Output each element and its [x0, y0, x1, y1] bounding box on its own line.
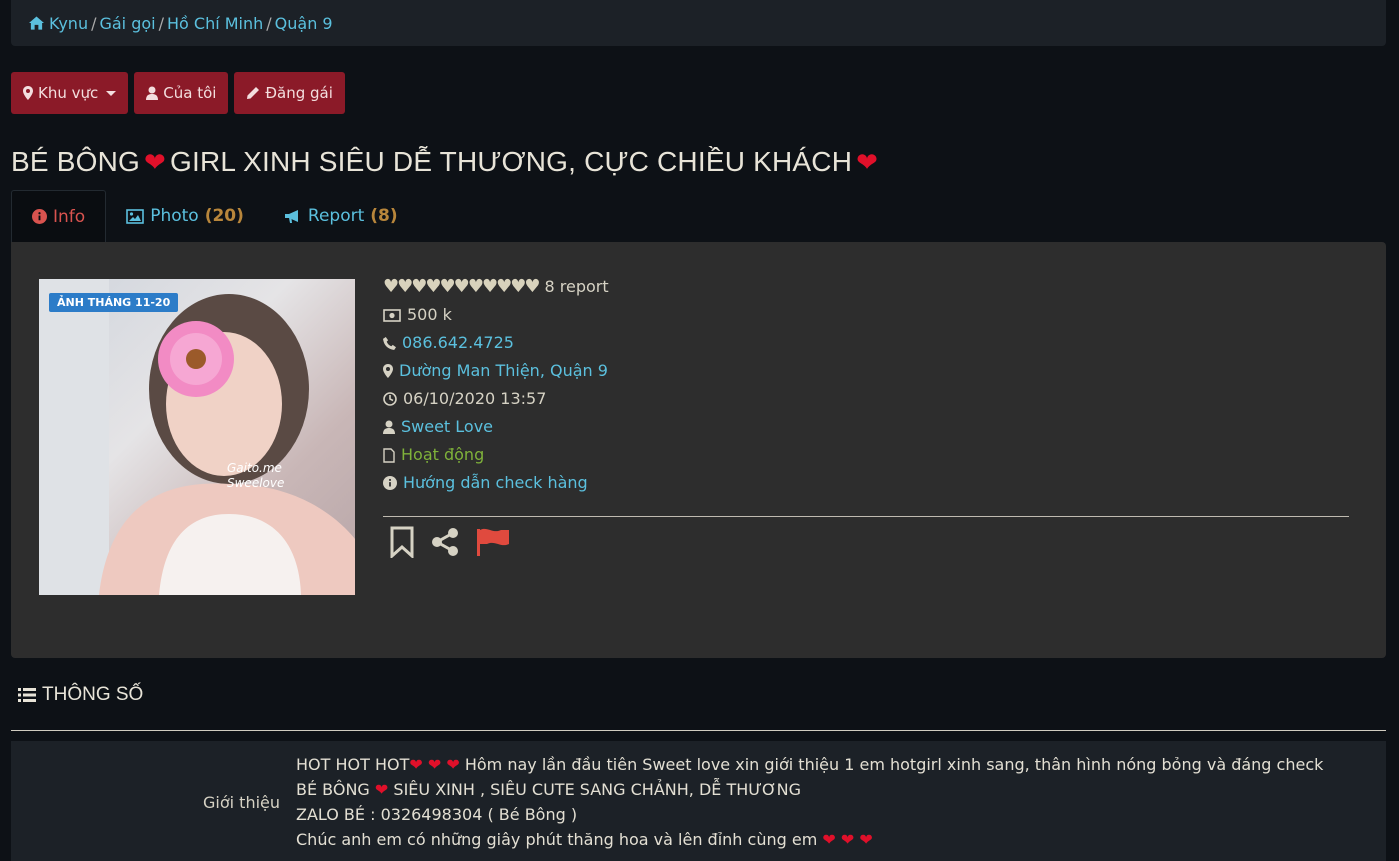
phone-link[interactable]: 086.642.4725: [402, 329, 514, 357]
photo-placeholder: [39, 279, 355, 595]
share-icon[interactable]: [429, 526, 461, 558]
tab-report-label: Report: [307, 206, 365, 226]
tab-info-label: Info: [53, 206, 86, 227]
details-divider: [383, 516, 1349, 517]
heart-icon: ❤: [144, 146, 166, 177]
intro-line-1-text: Hôm nay lần đầu tiên Sweet love xin giới…: [464, 755, 1324, 774]
author-row: Sweet Love: [383, 413, 609, 441]
address-link[interactable]: Dường Man Thiện, Quận 9: [399, 357, 608, 385]
user-icon: [146, 86, 159, 100]
tab-report[interactable]: Report (8): [264, 190, 418, 242]
money-icon: [383, 308, 401, 322]
file-icon: [383, 447, 395, 463]
intro-row: Giới thiệu HOT HOT HOT❤ ❤ ❤ Hôm nay lần …: [11, 741, 1386, 861]
status-row: Hoạt động: [383, 441, 609, 469]
breadcrumb-item-kynu[interactable]: Kynu: [49, 14, 88, 33]
guide-row: Hướng dẫn check hàng: [383, 469, 609, 497]
info-circle-icon: [383, 476, 397, 490]
author-link[interactable]: Sweet Love: [401, 413, 493, 441]
tab-photo-count: (20): [204, 206, 244, 226]
user-icon: [383, 420, 395, 434]
title-part2: GIRL XINH SIÊU DỄ THƯƠNG, CỰC CHIỀU KHÁC…: [170, 146, 853, 177]
my-posts-label: Của tôi: [163, 84, 217, 102]
breadcrumb-separator: /: [158, 13, 164, 33]
list-icon: [18, 688, 36, 702]
breadcrumb-item-gai-goi[interactable]: Gái gọi: [99, 14, 155, 33]
bullhorn-icon: [284, 209, 298, 223]
heart-icon: ❤: [856, 146, 879, 177]
rating-row: ♥♥♥♥♥♥♥♥♥♥♥ 8 report: [383, 273, 609, 301]
tab-photo[interactable]: Photo (20): [106, 190, 264, 242]
breadcrumb-item-city[interactable]: Hồ Chí Minh: [167, 14, 263, 33]
address-row: Dường Man Thiện, Quận 9: [383, 357, 609, 385]
watermark-line-1: Gaito.me: [227, 461, 282, 475]
profile-actions: [389, 526, 511, 558]
intro-hot-text: HOT HOT HOT: [296, 755, 410, 774]
price-value: 500 k: [407, 305, 452, 324]
chevron-down-icon: [106, 90, 117, 96]
breadcrumb-separator: /: [266, 13, 272, 33]
price-row: 500 k: [383, 301, 609, 329]
pencil-icon: [247, 87, 260, 99]
breadcrumb: Kynu / Gái gọi / Hồ Chí Minh / Quận 9: [11, 0, 1386, 46]
profile-photo[interactable]: ẢNH THÁNG 11-20 Gaito.me Sweelove: [39, 279, 355, 595]
section-divider: [11, 730, 1386, 731]
tab-bar: Info Photo (20) Report (8): [11, 190, 418, 242]
intro-line-2-text: SIÊU XINH , SIÊU CUTE SANG CHẢNH, DỄ THƯ…: [393, 780, 801, 799]
tab-report-count: (8): [370, 206, 398, 226]
region-dropdown-button[interactable]: Khu vực: [11, 72, 129, 114]
breadcrumb-separator: /: [91, 13, 97, 33]
watermark-line-2: Sweelove: [227, 476, 285, 490]
map-marker-icon: [23, 86, 33, 100]
map-marker-icon: [383, 364, 393, 378]
specs-title: THÔNG SỐ: [42, 684, 144, 705]
profile-details: ♥♥♥♥♥♥♥♥♥♥♥ 8 report 500 k 086.642.4725 …: [383, 273, 609, 497]
image-icon: [126, 208, 144, 224]
heart-icon: ❤ ❤ ❤: [822, 830, 873, 849]
info-panel: ẢNH THÁNG 11-20 Gaito.me Sweelove ♥♥♥♥♥♥…: [11, 242, 1386, 658]
bookmark-icon[interactable]: [389, 526, 415, 558]
clock-icon: [383, 392, 397, 406]
intro-label: Giới thiệu: [203, 793, 281, 812]
action-button-row: Khu vực Của tôi Đăng gái: [11, 72, 345, 114]
intro-line-3: ZALO BÉ : 0326498304 ( Bé Bông ): [296, 805, 578, 824]
breadcrumb-item-district[interactable]: Quận 9: [275, 14, 333, 33]
intro-name: BÉ BÔNG: [296, 780, 370, 799]
intro-text: HOT HOT HOT❤ ❤ ❤ Hôm nay lần đầu tiên Sw…: [296, 752, 1323, 852]
home-icon[interactable]: [29, 16, 44, 30]
rating-hearts: ♥♥♥♥♥♥♥♥♥♥♥: [383, 276, 541, 297]
phone-icon: [383, 336, 396, 350]
photo-date-badge: ẢNH THÁNG 11-20: [49, 293, 179, 312]
intro-line-4-text: Chúc anh em có những giây phút thăng hoa…: [296, 830, 818, 849]
phone-row: 086.642.4725: [383, 329, 609, 357]
post-girl-button[interactable]: Đăng gái: [234, 72, 345, 114]
intro-line-1: HOT HOT HOT❤ ❤ ❤ Hôm nay lần đầu tiên Sw…: [296, 752, 1323, 777]
flag-icon[interactable]: [475, 526, 511, 558]
intro-line-2: BÉ BÔNG ❤ SIÊU XINH , SIÊU CUTE SANG CHẢ…: [296, 777, 1323, 802]
my-posts-button[interactable]: Của tôi: [134, 72, 229, 114]
region-button-label: Khu vực: [38, 84, 99, 102]
report-count[interactable]: 8 report: [545, 273, 609, 301]
status-value: Hoạt động: [401, 445, 485, 464]
tab-photo-label: Photo: [150, 206, 199, 226]
photo-watermark: Gaito.me Sweelove: [227, 461, 284, 491]
heart-icon: ❤ ❤ ❤: [409, 755, 460, 774]
post-girl-label: Đăng gái: [265, 84, 333, 102]
title-part1: BÉ BÔNG: [11, 146, 140, 177]
intro-line-4: Chúc anh em có những giây phút thăng hoa…: [296, 827, 1323, 852]
guide-link[interactable]: Hướng dẫn check hàng: [403, 469, 588, 497]
datetime-row: 06/10/2020 13:57: [383, 385, 609, 413]
datetime-value: 06/10/2020 13:57: [403, 389, 547, 408]
heart-icon: ❤: [374, 780, 389, 799]
page-title: BÉ BÔNG ❤ GIRL XINH SIÊU DỄ THƯƠNG, CỰC …: [11, 146, 878, 178]
specs-section-heading: THÔNG SỐ: [18, 684, 143, 706]
info-circle-icon: [32, 209, 47, 224]
tab-info[interactable]: Info: [11, 190, 107, 242]
